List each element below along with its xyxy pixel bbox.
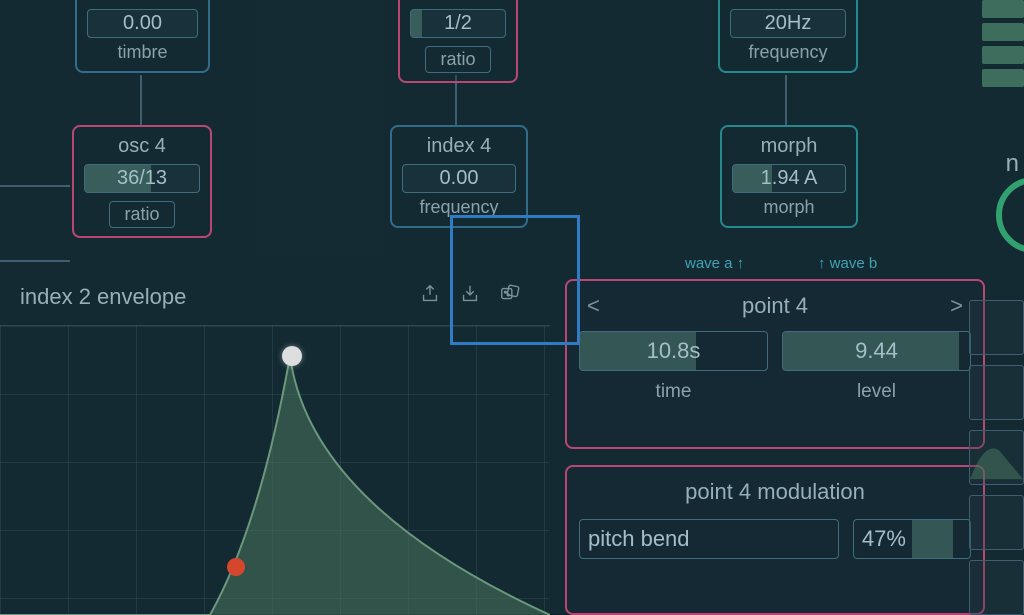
point4-level-value[interactable]: 9.44 xyxy=(782,331,971,371)
value-index3[interactable]: 0.00 xyxy=(87,9,198,38)
wire xyxy=(0,185,70,187)
node-title: osc 3 xyxy=(410,0,506,3)
next-point-arrow[interactable]: > xyxy=(942,293,971,319)
node-filter[interactable]: filter 20Hz frequency xyxy=(718,0,858,73)
side-preview-4[interactable] xyxy=(969,495,1024,550)
node-index3[interactable]: index 3 0.00 timbre xyxy=(75,0,210,73)
side-preview-1[interactable] xyxy=(969,300,1024,355)
side-meter xyxy=(982,0,1024,100)
param-label: timbre xyxy=(87,42,198,63)
ratio-button[interactable]: ratio xyxy=(425,46,490,73)
node-title: morph xyxy=(732,135,846,158)
param-label: frequency xyxy=(730,42,846,63)
envelope-point-red[interactable] xyxy=(227,558,245,576)
param-label: morph xyxy=(732,197,846,218)
time-label: time xyxy=(579,381,768,403)
wire xyxy=(0,260,70,262)
wave-a-label: wave a ↑ xyxy=(685,255,744,272)
value-morph[interactable]: 1.94 A xyxy=(732,164,846,193)
side-letter: n xyxy=(1006,150,1019,178)
import-icon[interactable] xyxy=(450,283,490,311)
point4-time-value[interactable]: 10.8s xyxy=(579,331,768,371)
value-osc4[interactable]: 36/13 xyxy=(84,164,200,193)
side-knob[interactable] xyxy=(994,175,1024,255)
value-osc3[interactable]: 1/2 xyxy=(410,9,506,38)
point4-mod-title: point 4 modulation xyxy=(579,479,971,505)
wire xyxy=(140,75,142,125)
value-filter[interactable]: 20Hz xyxy=(730,9,846,38)
node-title: index 4 xyxy=(402,135,516,158)
mod-amount[interactable]: 47% xyxy=(853,519,971,559)
param-label: frequency xyxy=(402,197,516,218)
node-osc3[interactable]: osc 3 1/2 ratio xyxy=(398,0,518,83)
side-preview-5[interactable] xyxy=(969,560,1024,615)
prev-point-arrow[interactable]: < xyxy=(579,293,608,319)
node-osc4[interactable]: osc 4 36/13 ratio xyxy=(72,125,212,238)
node-morph[interactable]: morph 1.94 A morph xyxy=(720,125,858,228)
export-icon[interactable] xyxy=(410,283,450,311)
envelope-title: index 2 envelope xyxy=(20,284,410,310)
dice-icon[interactable] xyxy=(490,283,530,311)
node-title: osc 4 xyxy=(84,135,200,158)
wave-b-label: ↑ wave b xyxy=(818,255,877,272)
value-index4[interactable]: 0.00 xyxy=(402,164,516,193)
ratio-button[interactable]: ratio xyxy=(109,201,174,228)
mod-source[interactable]: pitch bend xyxy=(579,519,839,559)
node-index4[interactable]: index 4 0.00 frequency xyxy=(390,125,528,228)
point4-panel: < point 4 > 10.8s time 9.44 level xyxy=(565,279,985,449)
envelope-point-white[interactable] xyxy=(282,346,302,366)
envelope-grid[interactable] xyxy=(0,325,550,615)
node-title: index 3 xyxy=(87,0,198,3)
side-preview-2[interactable] xyxy=(969,365,1024,420)
side-preview-3[interactable] xyxy=(969,430,1024,485)
wire xyxy=(785,75,787,125)
envelope-panel: index 2 envelope xyxy=(0,275,550,615)
node-title: filter xyxy=(730,0,846,3)
point4-mod-panel: point 4 modulation pitch bend 47% xyxy=(565,465,985,615)
point4-title: point 4 xyxy=(742,293,808,319)
level-label: level xyxy=(782,381,971,403)
